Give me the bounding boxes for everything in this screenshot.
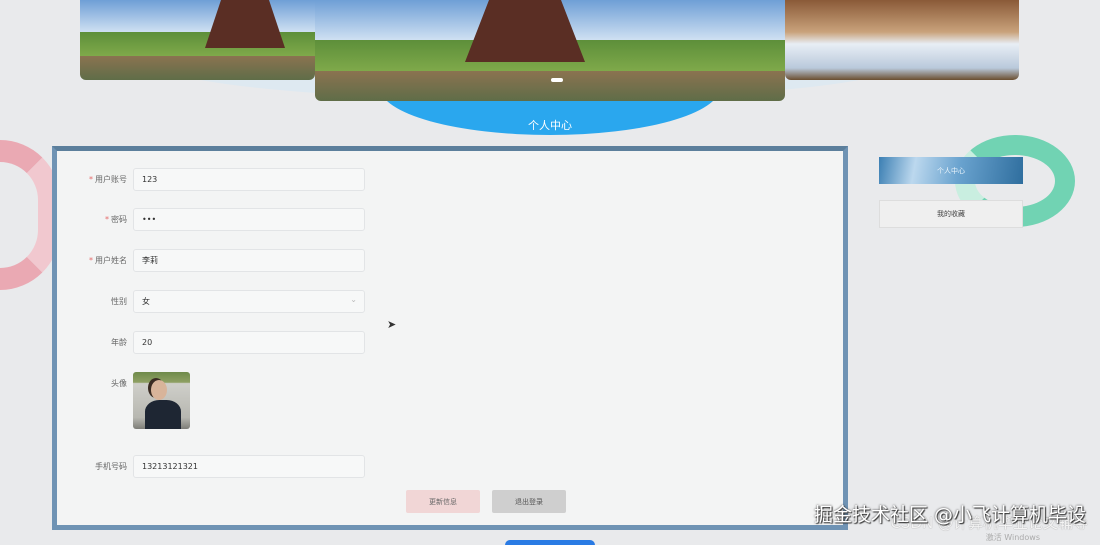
- avatar-image[interactable]: [133, 372, 190, 429]
- decor-ring-left: [0, 140, 60, 290]
- form-row-phone: 手机号码 13213121321: [57, 455, 365, 478]
- carousel-slide-center[interactable]: [315, 0, 785, 101]
- required-mark: *: [89, 256, 93, 265]
- required-mark: *: [89, 175, 93, 184]
- avatar-label: 头像: [111, 379, 127, 388]
- gender-label: 性别: [111, 297, 127, 306]
- side-menu-favorites[interactable]: 我的收藏: [879, 200, 1023, 228]
- watermark-windows: 激活 Windows: [985, 533, 1040, 542]
- chevron-down-icon: ⌄: [350, 295, 357, 304]
- form-row-gender: 性别 女 ⌄: [57, 290, 365, 313]
- required-mark: *: [105, 215, 109, 224]
- account-label: 用户账号: [95, 175, 127, 184]
- gender-select[interactable]: 女 ⌄: [133, 290, 365, 313]
- form-row-age: 年龄 20: [57, 331, 365, 354]
- carousel-indicator[interactable]: [551, 78, 563, 82]
- phone-input[interactable]: 13213121321: [133, 455, 365, 478]
- gender-value: 女: [142, 297, 150, 306]
- form-row-name: * 用户姓名 李莉: [57, 249, 365, 272]
- form-row-password: * 密码 •••: [57, 208, 365, 231]
- age-input[interactable]: 20: [133, 331, 365, 354]
- account-input[interactable]: 123: [133, 168, 365, 191]
- password-label: 密码: [111, 215, 127, 224]
- form-row-avatar: 头像: [57, 372, 190, 429]
- form-row-account: * 用户账号 123: [57, 168, 365, 191]
- profile-form-panel: * 用户账号 123 * 密码 ••• * 用户姓名 李莉 性别 女 ⌄ 年龄 20 头…: [52, 146, 848, 530]
- name-input[interactable]: 李莉: [133, 249, 365, 272]
- age-label: 年龄: [111, 338, 127, 347]
- page-title: 个人中心: [528, 119, 572, 132]
- mouse-cursor-icon: ➤: [387, 318, 397, 331]
- decor-bottom-arc: [505, 540, 595, 545]
- password-input[interactable]: •••: [133, 208, 365, 231]
- name-label: 用户姓名: [95, 256, 127, 265]
- carousel-slide-left[interactable]: [80, 0, 315, 80]
- phone-label: 手机号码: [95, 462, 127, 471]
- side-menu-profile[interactable]: 个人中心: [879, 157, 1023, 184]
- update-info-button[interactable]: 更新信息: [406, 490, 480, 513]
- logout-button[interactable]: 退出登录: [492, 490, 566, 513]
- carousel-slide-right[interactable]: [785, 0, 1019, 80]
- watermark-juejin: 掘金技术社区 @小飞计算机毕设: [813, 504, 1086, 526]
